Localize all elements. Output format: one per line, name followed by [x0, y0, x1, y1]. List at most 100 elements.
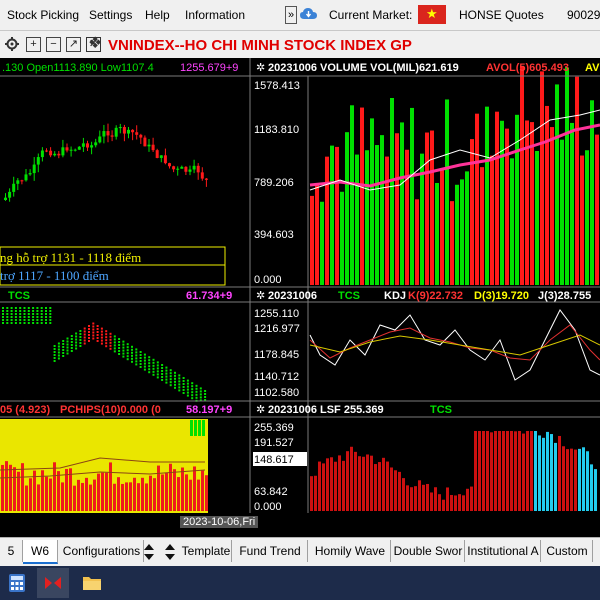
tcs-dot — [45, 307, 47, 309]
tcs-dot — [191, 388, 194, 391]
tcs-dot — [96, 328, 99, 330]
kdj-gear-icon[interactable]: ✲ — [256, 290, 265, 302]
market-code: 900294 — [567, 8, 600, 22]
lsf-bar — [506, 431, 509, 511]
tcs-dot — [143, 365, 146, 368]
volume-bar — [430, 130, 434, 285]
candle — [192, 165, 196, 170]
calculator-icon[interactable] — [8, 573, 26, 593]
chips-bar — [21, 463, 24, 511]
lsf-bar — [570, 448, 573, 511]
tcs-dot — [109, 341, 112, 344]
folder-icon[interactable] — [82, 574, 102, 591]
vietnam-flag-icon[interactable]: ★ — [418, 5, 446, 24]
volume-bar — [310, 195, 314, 285]
tcs-dot — [57, 342, 60, 345]
tcs-dot — [62, 352, 65, 354]
volume-bar — [525, 120, 529, 285]
tcs-dot — [105, 330, 108, 333]
chips-bar — [45, 476, 48, 511]
tcs-dot — [40, 307, 43, 309]
tcs-dot — [32, 316, 35, 318]
tcs-dot — [45, 313, 47, 315]
layers-icon[interactable]: ❖ — [88, 33, 102, 53]
tcs-dot — [6, 322, 9, 324]
chips-bar — [49, 478, 52, 511]
tcs-dot — [79, 342, 82, 344]
tcs-dot — [118, 344, 121, 346]
tab-custom[interactable]: Custom — [542, 540, 593, 562]
volume-bar — [390, 97, 394, 286]
candle — [176, 168, 180, 170]
tab-w6[interactable]: W6 — [23, 540, 58, 564]
candle — [131, 129, 135, 133]
tab-institutional[interactable]: Institutional A — [466, 540, 541, 562]
tab-5[interactable]: 5 — [0, 540, 23, 562]
tcs-dot — [122, 343, 125, 346]
gear-icon[interactable] — [5, 37, 19, 51]
volume-bar — [495, 111, 499, 286]
tab-homily-wave[interactable]: Homily Wave — [310, 540, 391, 562]
honse-quotes-label[interactable]: HONSE Quotes — [459, 8, 544, 22]
tcs-dot — [14, 307, 17, 309]
tcs-dot — [105, 345, 108, 348]
tcs-dot — [178, 383, 181, 386]
tcs-dot — [6, 319, 9, 321]
tcs-dot — [186, 388, 189, 391]
lsf-bar — [442, 499, 445, 511]
volume-gear-icon[interactable]: ✲ — [256, 62, 265, 74]
kdj-d-value: D(3)19.720 — [474, 290, 529, 302]
menu-overflow-button[interactable]: » — [285, 6, 297, 24]
volume-bar — [375, 145, 379, 285]
tcs-dot — [83, 342, 86, 345]
menu-stock-picking[interactable]: Stock Picking — [7, 8, 79, 22]
tcs-dot — [92, 337, 95, 340]
tcs-dot — [62, 349, 65, 351]
menu-settings[interactable]: Settings — [89, 8, 132, 22]
chips-bar — [149, 475, 152, 511]
volume-bar — [325, 156, 329, 285]
minimize-icon[interactable]: − — [46, 37, 61, 52]
tab-template[interactable]: Template — [181, 540, 232, 562]
tcs-dot — [148, 371, 151, 374]
tab-configurations[interactable]: Configurations — [60, 540, 144, 562]
lsf-gear-icon[interactable]: ✲ — [256, 404, 265, 416]
tcs-dot — [174, 386, 176, 389]
volume-bar — [395, 133, 399, 285]
lsf-bar — [490, 432, 493, 511]
tcs-dot — [57, 354, 60, 357]
volume-bar — [475, 113, 479, 285]
cloud-download-icon[interactable] — [300, 7, 318, 21]
tcs-dot — [122, 340, 125, 343]
template-updown-icon[interactable] — [164, 542, 176, 562]
tcs-dot — [88, 340, 90, 342]
menu-information[interactable]: Information — [185, 8, 245, 22]
expand-icon[interactable]: ↗ — [66, 37, 81, 52]
add-icon[interactable]: + — [26, 37, 41, 52]
chart-canvas[interactable]: .130 Open1113.890 Low1107.4 1255.679+9 n… — [0, 58, 600, 513]
tcs-dot — [27, 322, 30, 324]
tcs-dot — [49, 310, 52, 312]
tcs-dot — [118, 353, 121, 355]
tcs-dot — [182, 383, 185, 385]
tcs-dot — [83, 339, 86, 342]
tcs-dot — [139, 366, 142, 368]
tcs-dot — [126, 352, 129, 355]
tcs-dot — [10, 313, 13, 315]
tab-fund-trend[interactable]: Fund Trend — [233, 540, 308, 562]
tcs-dot — [66, 337, 69, 340]
candle — [16, 180, 20, 184]
candle — [168, 163, 171, 167]
tcs-dot — [199, 393, 202, 396]
menu-help[interactable]: Help — [145, 8, 170, 22]
chips-bar — [29, 478, 32, 511]
menu-bar: Stock Picking Settings Help Information … — [0, 0, 600, 31]
chips-bar — [169, 463, 172, 511]
scroll-updown-icon[interactable] — [143, 542, 155, 562]
tab-double-sword[interactable]: Double Swor — [392, 540, 465, 562]
tcs-dot — [36, 310, 39, 312]
candle — [139, 134, 143, 138]
tcs-dot — [92, 325, 95, 328]
taskbar-active-app[interactable] — [37, 568, 69, 598]
tcs-dot — [36, 322, 39, 324]
